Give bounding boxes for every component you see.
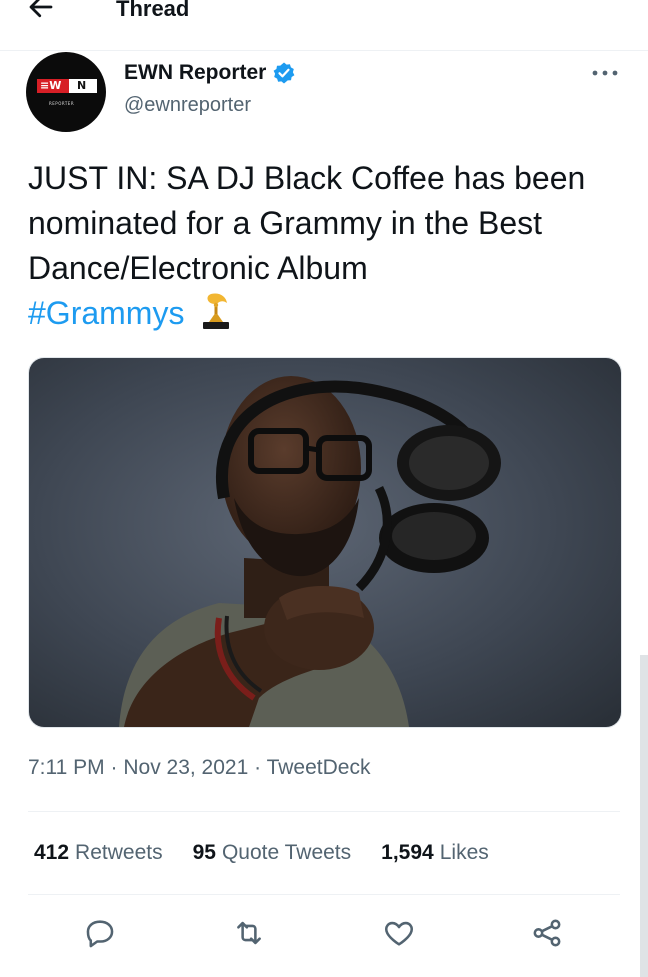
avatar-logo-subtext: REPORTER xyxy=(49,101,75,106)
divider xyxy=(28,811,620,812)
page-title: Thread xyxy=(116,0,190,21)
share-icon[interactable] xyxy=(530,916,564,950)
retweet-icon[interactable] xyxy=(232,916,266,950)
ewn-logo: ≡W N xyxy=(37,79,97,103)
quote-tweets-stat[interactable]: 95 Quote Tweets xyxy=(193,838,352,868)
arrow-left-icon[interactable] xyxy=(26,0,56,22)
thread-header: Thread xyxy=(0,0,648,51)
tweet-media-image[interactable] xyxy=(28,357,622,728)
heart-icon[interactable] xyxy=(382,916,416,950)
tweet-time[interactable]: 7:11 PM xyxy=(28,756,105,779)
tweet-body: JUST IN: SA DJ Black Coffee has been nom… xyxy=(28,160,586,286)
tweet-stats: 412 Retweets 95 Quote Tweets 1,594 Likes xyxy=(34,838,519,868)
grammy-trophy-icon xyxy=(203,293,230,329)
author-display-name[interactable]: EWN Reporter xyxy=(124,60,266,86)
more-horizontal-icon[interactable] xyxy=(590,66,620,80)
tweet-action-bar xyxy=(0,910,648,960)
avatar[interactable]: ≡W N REPORTER xyxy=(26,52,106,132)
author-name-row[interactable]: EWN Reporter xyxy=(124,60,296,86)
scrollbar[interactable] xyxy=(640,655,648,977)
tweet-date[interactable]: Nov 23, 2021 xyxy=(123,756,248,779)
divider xyxy=(28,894,620,895)
likes-stat[interactable]: 1,594 Likes xyxy=(381,838,489,868)
author-handle[interactable]: @ewnreporter xyxy=(124,92,251,118)
hashtag-link[interactable]: #Grammys xyxy=(28,295,184,331)
photo-dj-with-headphones xyxy=(29,358,621,727)
tweet-source[interactable]: TweetDeck xyxy=(267,756,371,779)
verified-badge-icon xyxy=(273,62,295,84)
tweet-text: JUST IN: SA DJ Black Coffee has been nom… xyxy=(28,156,628,336)
reply-icon[interactable] xyxy=(83,916,117,950)
tweet-meta: 7:11 PM · Nov 23, 2021 · TweetDeck xyxy=(28,756,371,779)
retweets-stat[interactable]: 412 Retweets xyxy=(34,838,163,868)
